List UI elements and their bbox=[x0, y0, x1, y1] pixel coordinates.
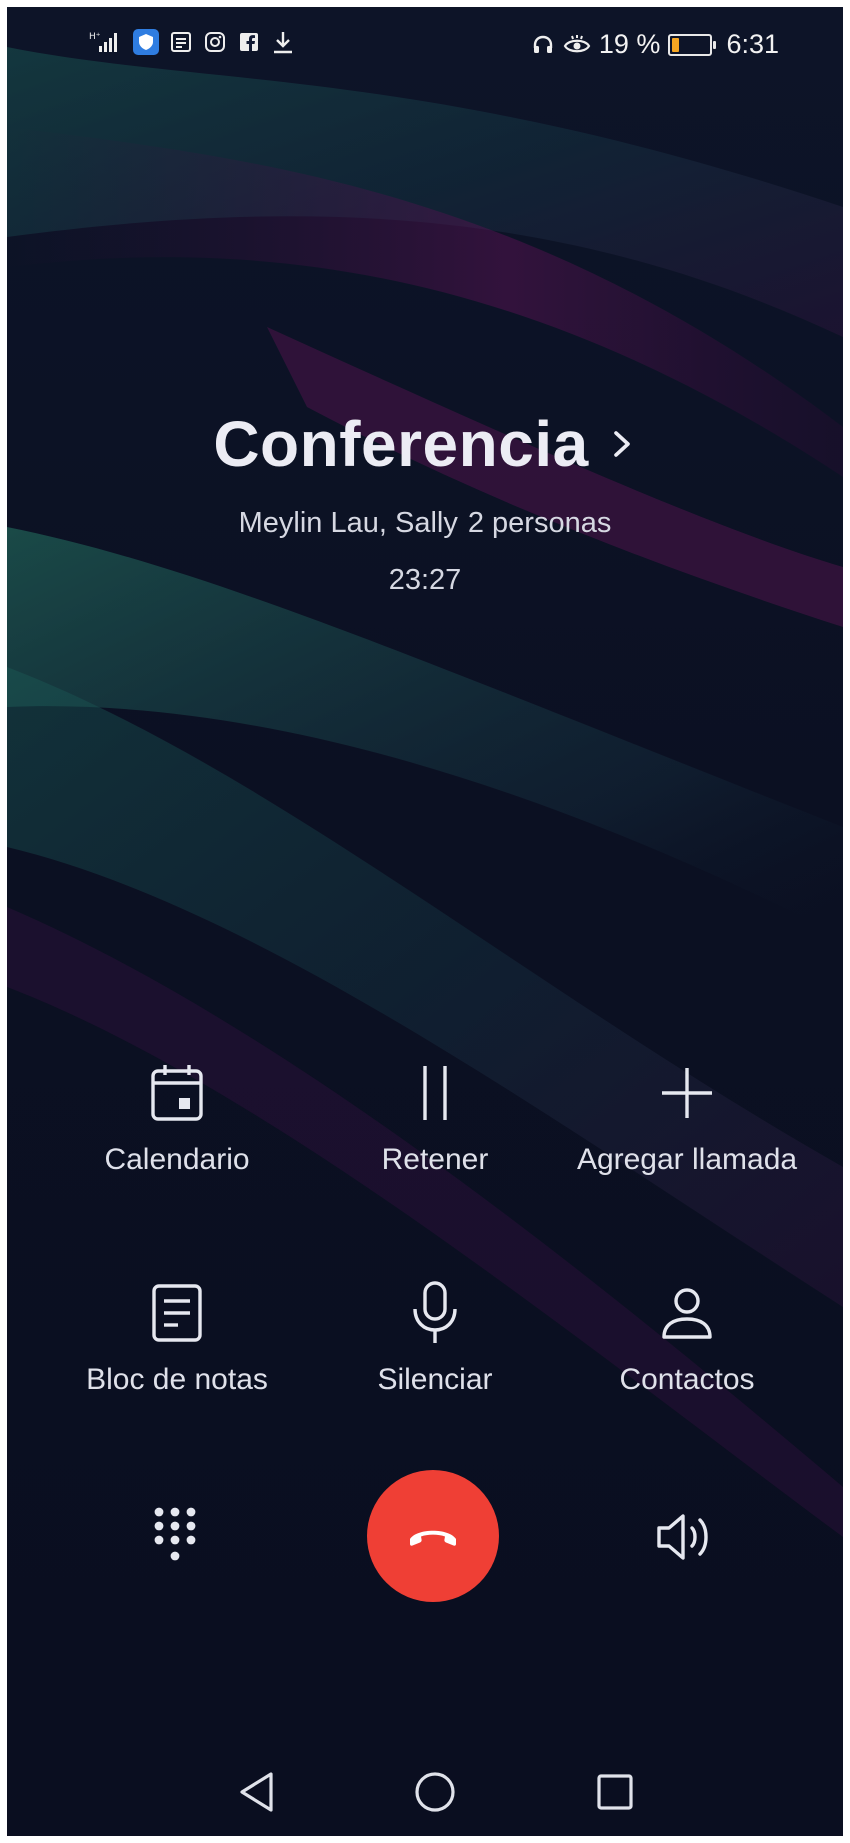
pause-icon bbox=[415, 1062, 455, 1124]
signal-icon: H⁺ bbox=[89, 30, 123, 54]
notepad-label: Bloc de notas bbox=[86, 1363, 268, 1396]
dialpad-icon bbox=[152, 1505, 198, 1569]
mute-label: Silenciar bbox=[377, 1363, 493, 1396]
microphone-icon bbox=[410, 1280, 460, 1346]
vpn-shield-icon bbox=[133, 29, 159, 55]
hold-button[interactable]: Retener bbox=[295, 1057, 575, 1177]
home-circle-icon bbox=[413, 1770, 457, 1814]
recents-button[interactable] bbox=[585, 1762, 645, 1822]
download-icon bbox=[271, 29, 295, 55]
participants-line: Meylin Lau, Sally 2 personas bbox=[7, 507, 843, 540]
battery-icon bbox=[668, 33, 717, 56]
hold-label: Retener bbox=[381, 1143, 489, 1176]
calendar-icon bbox=[148, 1062, 206, 1124]
dialpad-button[interactable] bbox=[135, 1497, 215, 1577]
status-bar: H⁺ 19 % 6:31 bbox=[7, 7, 843, 77]
facebook-icon bbox=[237, 30, 261, 54]
plus-icon bbox=[658, 1064, 716, 1122]
news-icon bbox=[169, 30, 193, 54]
clock: 6:31 bbox=[726, 29, 779, 59]
battery-percent: 19 % bbox=[598, 29, 661, 59]
participant-names: Meylin Lau, Sally bbox=[238, 507, 458, 539]
add-call-button[interactable]: Agregar llamada bbox=[547, 1057, 827, 1177]
notepad-button[interactable]: Bloc de notas bbox=[37, 1277, 317, 1397]
home-button[interactable] bbox=[405, 1762, 465, 1822]
instagram-icon bbox=[203, 30, 227, 54]
mute-button[interactable]: Silenciar bbox=[295, 1277, 575, 1397]
svg-text:H⁺: H⁺ bbox=[89, 32, 101, 42]
calendar-label: Calendario bbox=[104, 1143, 250, 1176]
add-call-label: Agregar llamada bbox=[576, 1143, 798, 1176]
status-right-icons: 19 % 6:31 bbox=[531, 29, 779, 60]
contact-icon bbox=[659, 1285, 715, 1341]
call-info: Conferencia Meylin Lau, Sally 2 personas … bbox=[7, 407, 843, 597]
chevron-right-icon[interactable] bbox=[607, 426, 637, 462]
call-duration: 23:27 bbox=[388, 564, 462, 596]
call-title: Conferencia bbox=[213, 408, 589, 480]
call-screen: H⁺ 19 % 6:31 Conferencia Meylin Lau, Sal… bbox=[7, 7, 843, 1836]
battery-level bbox=[672, 37, 680, 52]
notepad-icon bbox=[150, 1282, 204, 1344]
headphones-icon bbox=[531, 33, 555, 57]
speaker-button[interactable] bbox=[647, 1497, 727, 1577]
calendar-button[interactable]: Calendario bbox=[37, 1057, 317, 1177]
status-left-icons: H⁺ bbox=[89, 29, 295, 55]
end-call-icon bbox=[407, 1524, 459, 1548]
contacts-label: Contactos bbox=[619, 1363, 755, 1396]
speaker-icon bbox=[655, 1511, 719, 1563]
back-button[interactable] bbox=[227, 1762, 287, 1822]
navigation-bar bbox=[7, 1762, 843, 1836]
call-title-row[interactable]: Conferencia bbox=[213, 407, 636, 481]
eye-comfort-icon bbox=[563, 33, 591, 57]
participant-count: 2 personas bbox=[467, 507, 612, 539]
end-call-button[interactable] bbox=[367, 1470, 499, 1602]
back-triangle-icon bbox=[237, 1770, 277, 1814]
recents-square-icon bbox=[595, 1772, 635, 1812]
contacts-button[interactable]: Contactos bbox=[547, 1277, 827, 1397]
